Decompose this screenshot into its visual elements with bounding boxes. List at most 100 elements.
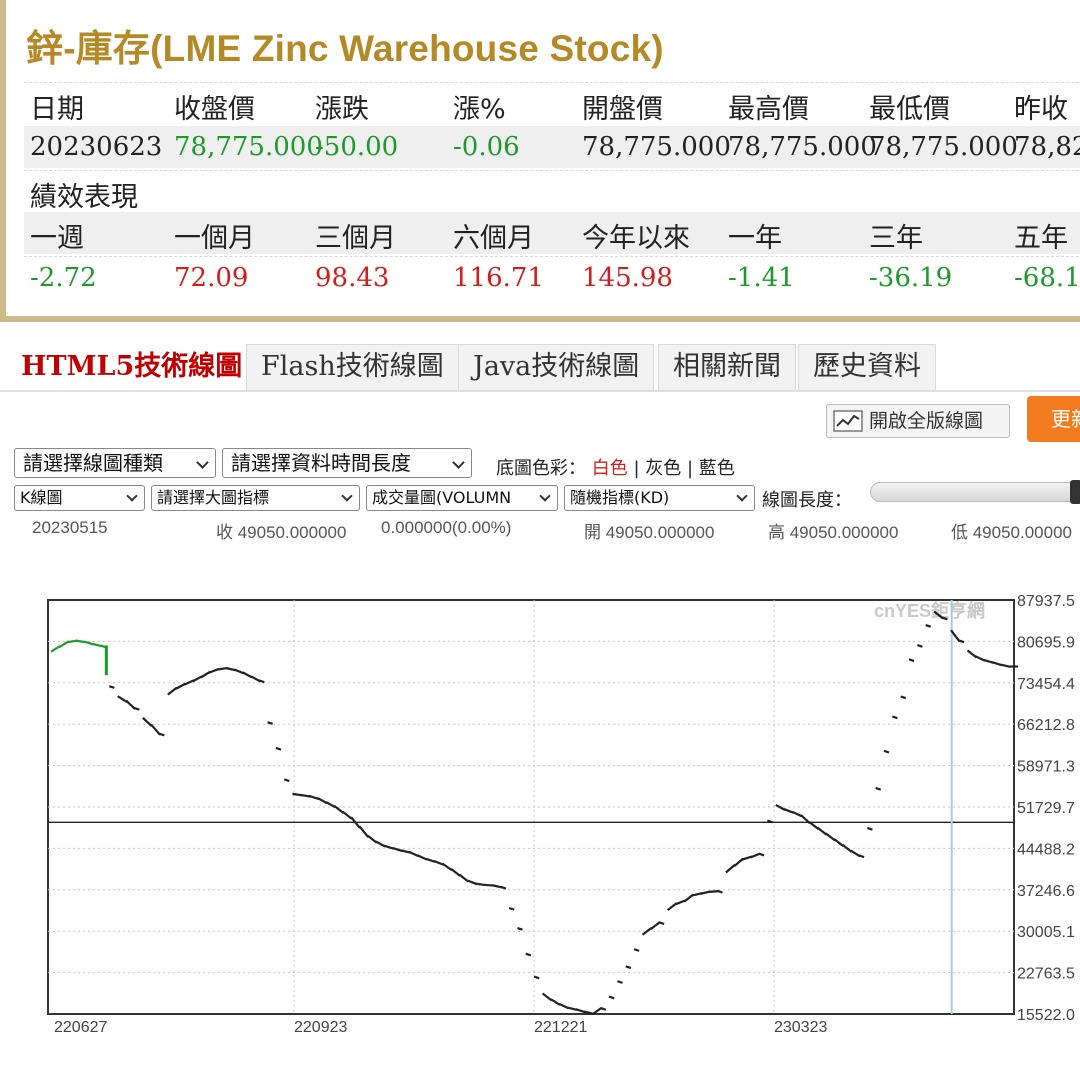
price-mark <box>633 948 640 952</box>
price-mark <box>858 854 865 859</box>
price-mark <box>883 749 890 754</box>
price-mark <box>925 623 932 628</box>
period-select[interactable]: 請選擇資料時間長度 <box>222 448 472 478</box>
bg-color-white[interactable]: 白色 <box>592 458 628 479</box>
chevron-down-icon <box>452 456 465 469</box>
y-tick-label: 22763.5 <box>1017 966 1075 983</box>
sub-indicator-select[interactable]: 隨機指標(KD) <box>564 485 755 511</box>
price-chart[interactable]: 87937.5 80695.9 73454.4 66212.8 58971.3 51729… <box>0 570 1080 1090</box>
open-full-chart-label: 開啟全版線圖 <box>869 410 984 432</box>
value-prev-close: 78,82 <box>1014 132 1080 162</box>
price-mark <box>658 921 665 926</box>
kline-select[interactable]: K線圖 <box>14 485 145 511</box>
price-mark <box>525 952 532 957</box>
perf-value-5y: -68.14 <box>1014 263 1080 293</box>
y-tick-label: 51729.7 <box>1017 800 1075 817</box>
value-close: 78,775.000 <box>174 132 323 162</box>
price-mark <box>258 679 265 684</box>
performance-value-row: -2.72 72.09 98.43 116.71 145.98 -1.41 -3… <box>24 256 1080 298</box>
tab-html5-chart[interactable]: HTML5技術線圖 <box>6 344 258 390</box>
header-prev-close: 昨收 <box>1014 94 1068 125</box>
main-indicator-select-value: 請選擇大圖指標 <box>157 488 270 507</box>
volume-select-value: 成交量圖(VOLUMN <box>372 488 512 507</box>
perf-header-1y: 一年 <box>728 223 782 254</box>
price-mark <box>217 666 228 671</box>
y-tick-label: 73454.4 <box>1017 676 1075 693</box>
header-change: 漲跌 <box>315 94 369 125</box>
quote-panel: 鋅-庫存(LME Zinc Warehouse Stock) 日期 收盤價 漲跌… <box>0 0 1080 322</box>
info-date: 20230515 <box>32 518 108 537</box>
price-mark <box>758 852 765 857</box>
update-button[interactable]: 更新 <box>1027 396 1080 442</box>
bg-color-label: 底圖色彩： <box>496 458 586 479</box>
value-change-pct: -0.06 <box>453 132 520 162</box>
price-mark <box>283 778 290 783</box>
perf-value-6m: 116.71 <box>453 263 544 293</box>
chart-length-slider[interactable] <box>870 482 1080 502</box>
price-mark <box>941 616 948 621</box>
price-mark <box>717 889 723 894</box>
chevron-down-icon <box>126 490 138 502</box>
performance-label: 績效表現 <box>30 182 138 213</box>
perf-header-3y: 三年 <box>869 223 923 254</box>
sub-indicator-select-value: 隨機指標(KD) <box>570 488 670 507</box>
quote-value-row: 20230623 78,775.000 -50.00 -0.06 78,775.… <box>24 126 1080 168</box>
price-mark <box>508 906 515 911</box>
price-mark <box>891 715 898 720</box>
price-mark <box>533 975 540 980</box>
quote-header-row: 日期 收盤價 漲跌 漲% 開盤價 最高價 最低價 昨收 <box>24 82 1080 125</box>
open-full-chart-button[interactable]: 開啟全版線圖 <box>826 404 1010 438</box>
price-mark <box>292 792 303 797</box>
y-tick-label: 87937.5 <box>1017 593 1075 610</box>
chart-length-label: 線圖長度： <box>762 490 852 511</box>
performance-header-row: 一週 一個月 三個月 六個月 今年以來 一年 三年 五年 <box>24 212 1080 254</box>
y-tick-label: 80695.9 <box>1017 634 1075 651</box>
value-open: 78,775.000 <box>582 132 731 162</box>
chart-type-select[interactable]: 請選擇線圖種類 <box>14 448 216 478</box>
x-tick-label: 221221 <box>534 1019 587 1036</box>
y-tick-label: 15522.0 <box>1017 1007 1075 1024</box>
tab-history[interactable]: 歷史資料 <box>798 344 936 390</box>
info-change: 0.000000(0.00%) <box>381 518 512 537</box>
y-tick-label: 66212.8 <box>1017 717 1075 734</box>
perf-value-1m: 72.09 <box>174 263 249 293</box>
chevron-down-icon <box>196 456 209 469</box>
price-mark <box>517 926 523 931</box>
x-tick-label: 220627 <box>54 1019 107 1036</box>
price-mark <box>600 1007 607 1011</box>
bg-color-gray[interactable]: 灰色 <box>645 458 681 479</box>
price-mark <box>708 890 719 893</box>
watermark-logo: cnYES鉅亨網 <box>874 600 985 621</box>
tab-related-news[interactable]: 相關新聞 <box>658 344 796 390</box>
perf-header-1w: 一週 <box>30 223 84 254</box>
chart-icon <box>833 410 863 432</box>
volume-select[interactable]: 成交量圖(VOLUMN <box>366 485 558 511</box>
y-tick-label: 37246.6 <box>1017 883 1075 900</box>
price-mark <box>133 706 140 711</box>
x-tick-label: 220923 <box>294 1019 347 1036</box>
price-mark <box>767 819 773 824</box>
perf-value-ytd: 145.98 <box>582 263 673 293</box>
header-close: 收盤價 <box>174 94 255 125</box>
tab-flash-chart[interactable]: Flash技術線圖 <box>246 344 459 390</box>
performance-label-row: 績效表現 <box>24 170 1080 213</box>
chart-length-slider-thumb[interactable] <box>1070 480 1080 504</box>
value-low: 78,775.000 <box>869 132 1018 162</box>
bg-color-options: 底圖色彩： 白色 | 灰色 | 藍色 <box>496 454 735 480</box>
header-low: 最低價 <box>869 94 950 125</box>
header-date: 日期 <box>30 94 84 125</box>
tab-java-chart[interactable]: Java技術線圖 <box>458 344 655 390</box>
price-mark <box>300 793 311 798</box>
header-change-pct: 漲% <box>453 94 506 125</box>
price-mark <box>900 695 907 700</box>
price-mark <box>875 786 882 791</box>
main-indicator-select[interactable]: 請選擇大圖指標 <box>151 485 360 511</box>
price-mark <box>275 746 282 751</box>
info-open: 開 49050.000000 <box>584 523 715 542</box>
y-tick-label: 58971.3 <box>1017 759 1075 776</box>
chart-tabs: HTML5技術線圖 Flash技術線圖 Java技術線圖 相關新聞 歷史資料 <box>0 344 1080 390</box>
info-low: 低 49050.00000 <box>951 523 1072 542</box>
perf-header-3m: 三個月 <box>315 223 396 254</box>
bg-color-blue[interactable]: 藍色 <box>699 458 735 479</box>
chart-type-select-value: 請選擇線圖種類 <box>23 451 163 475</box>
